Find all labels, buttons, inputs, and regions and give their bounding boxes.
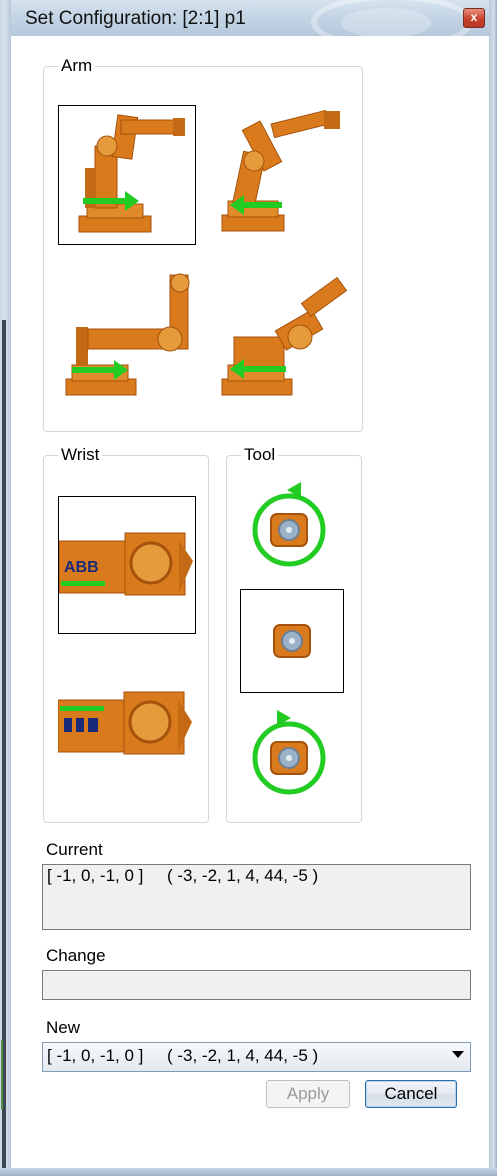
new-config-value: [ -1, 0, -1, 0 ] ( -3, -2, 1, 4, 44, -5 … xyxy=(47,1046,319,1065)
tool-config-option-1[interactable] xyxy=(243,478,343,578)
robot-wrist-icon xyxy=(58,691,192,755)
robot-tool-icon xyxy=(273,624,311,658)
apply-button[interactable]: Apply xyxy=(266,1080,350,1108)
new-label: New xyxy=(46,1018,81,1037)
tool-group: Tool xyxy=(226,446,362,823)
tool-config-option-2[interactable] xyxy=(240,589,344,693)
wrist-config-option-2[interactable] xyxy=(58,660,194,796)
rotate-cw-icon xyxy=(252,710,326,795)
current-label: Current xyxy=(46,840,103,859)
robot-arm-icon xyxy=(65,273,190,396)
close-button[interactable]: x xyxy=(463,8,485,28)
current-config-field: [ -1, 0, -1, 0 ] ( -3, -2, 1, 4, 44, -5 … xyxy=(42,864,471,930)
wrist-group-label: Wrist xyxy=(58,446,103,464)
wrist-config-option-1[interactable]: ABB xyxy=(58,496,196,634)
arm-config-option-3[interactable] xyxy=(58,267,198,407)
robot-arm-icon xyxy=(221,276,348,396)
close-icon: x xyxy=(470,10,478,24)
robot-arm-icon xyxy=(221,109,340,232)
chevron-down-icon[interactable] xyxy=(452,1051,464,1058)
cancel-button[interactable]: Cancel xyxy=(365,1080,457,1108)
new-config-dropdown[interactable]: [ -1, 0, -1, 0 ] ( -3, -2, 1, 4, 44, -5 … xyxy=(42,1042,471,1072)
tool-group-label: Tool xyxy=(241,446,279,464)
rotate-ccw-icon xyxy=(252,482,326,567)
dialog-client-area: Arm Wrist ABB Tool Current [-1, 0, -1, … xyxy=(11,36,489,1168)
window-bottom-edge xyxy=(0,1168,497,1176)
arm-config-option-2[interactable] xyxy=(212,103,352,243)
wrist-group: Wrist ABB xyxy=(43,446,209,823)
title-bar[interactable]: Set Configuration: [2:1] p1 x xyxy=(11,0,489,50)
change-config-field xyxy=(42,970,471,1000)
set-configuration-dialog: Set Configuration: [2:1] p1 x Arm Wrist … xyxy=(0,0,497,1176)
change-label: Change xyxy=(46,946,106,965)
tool-config-option-3[interactable] xyxy=(243,706,343,806)
robot-arm-icon xyxy=(78,114,185,233)
window-title: Set Configuration: [2:1] p1 xyxy=(25,8,246,29)
abb-logo: ABB xyxy=(64,559,99,576)
window-left-edge xyxy=(0,0,11,1176)
arm-config-option-4[interactable] xyxy=(212,267,352,407)
arm-config-option-1[interactable] xyxy=(58,105,196,245)
arm-group-label: Arm xyxy=(58,57,96,75)
current-config-value: [ -1, 0, -1, 0 ] ( -3, -2, 1, 4, 44, -5 … xyxy=(47,866,319,885)
arm-group: Arm xyxy=(43,57,363,432)
window-right-edge xyxy=(489,0,497,1176)
